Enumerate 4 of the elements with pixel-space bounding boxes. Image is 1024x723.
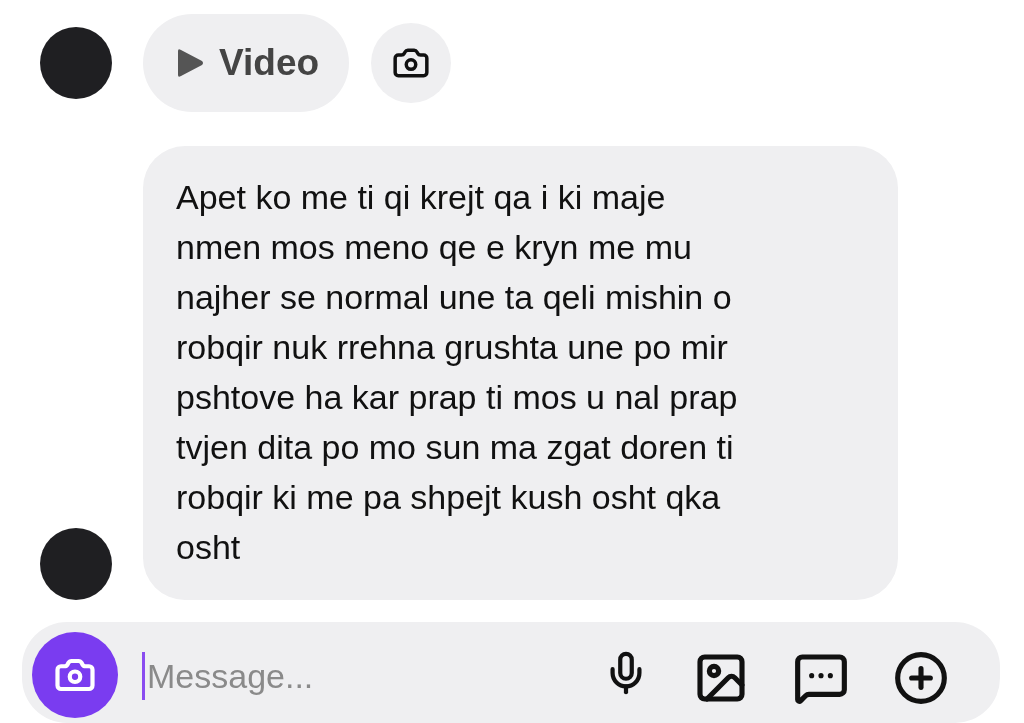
message-text: Apet ko me ti qi krejt qa i ki maje nmen mos meno qe e kryn me mu najher se normal une ta qeli mishin o robqir nuk rrehna grushta une po mir pshtove ha kar prap ti mos u nal prap tvjen dita po mo sun ma zgat doren ti robqir ki me pa shpejt kush osht qka osht — [176, 177, 739, 568]
add-button[interactable] — [893, 650, 949, 706]
video-button[interactable]: Video — [143, 14, 350, 112]
message-input[interactable]: Message... — [142, 652, 569, 700]
